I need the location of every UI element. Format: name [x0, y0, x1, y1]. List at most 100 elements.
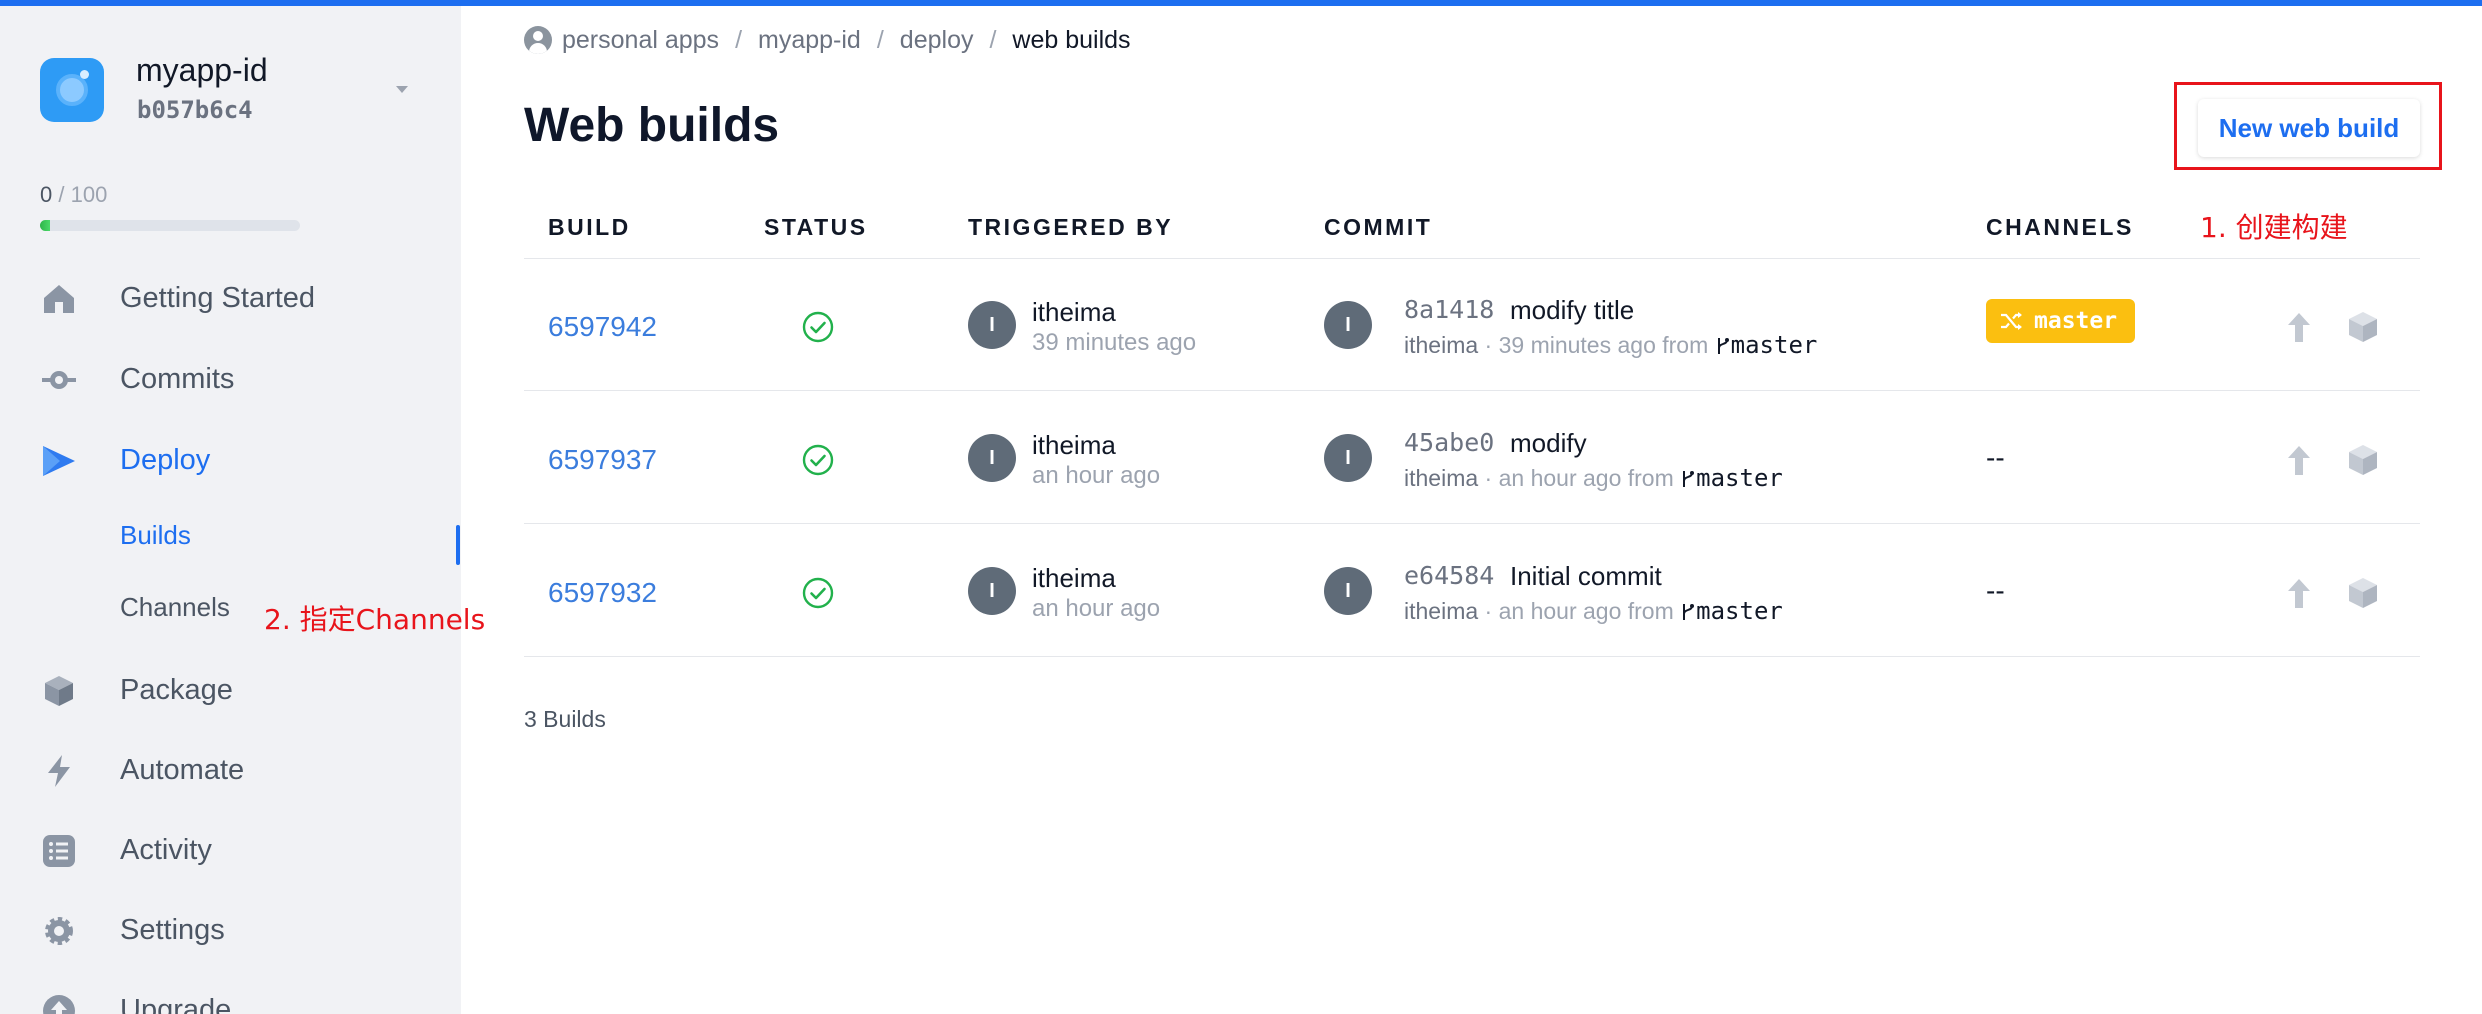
nav-package[interactable]: Package — [40, 666, 440, 716]
nav-label: Automate — [120, 754, 245, 786]
nav-commits[interactable]: Commits — [40, 355, 440, 405]
channel-empty: -- — [1986, 575, 2005, 606]
avatar: I — [968, 434, 1016, 482]
sidebar: myapp-id b057b6c4 0 / 100 Getting Starte… — [0, 6, 461, 1014]
nav-upgrade[interactable]: Upgrade — [40, 986, 440, 1014]
active-indicator — [456, 525, 460, 565]
usage-progress-fill — [40, 220, 51, 231]
box-icon[interactable] — [2346, 442, 2380, 478]
branch-name: master — [1696, 597, 1783, 625]
commit-message: modify — [1510, 428, 1587, 458]
branch-icon — [1683, 471, 1695, 487]
commit-author: itheima — [1404, 332, 1479, 358]
commit-message: modify title — [1510, 295, 1635, 325]
table-row[interactable]: 6597932 I itheima an hour ago I e64584 I… — [524, 525, 2420, 657]
app-hash: b057b6c4 — [137, 96, 253, 124]
usage-progress-bar — [40, 220, 300, 231]
shuffle-icon — [2001, 312, 2022, 330]
nav-label: Getting Started — [120, 282, 316, 314]
usage-separator: / — [52, 182, 71, 207]
breadcrumb: personal apps / myapp-id / deploy / web … — [524, 24, 1131, 56]
automate-icon — [48, 755, 70, 787]
usage-counter: 0 / 100 — [40, 182, 107, 208]
builds-count: 3 Builds — [524, 706, 606, 732]
channel-name: master — [2034, 308, 2118, 334]
table-row[interactable]: 6597937 I itheima an hour ago I 45abe0 m… — [524, 392, 2420, 524]
breadcrumb-link[interactable]: myapp-id — [758, 26, 861, 55]
table-row[interactable]: 6597942 I itheima 39 minutes ago I 8a141… — [524, 259, 2420, 391]
nav-sub-label: Channels — [120, 592, 230, 622]
column-header-commit: COMMIT — [1324, 214, 1433, 240]
branch-icon — [1717, 338, 1729, 354]
channel-empty: -- — [1986, 442, 2005, 473]
nav-sub-channels[interactable]: Channels — [120, 592, 230, 632]
nav-label: Upgrade — [120, 994, 232, 1014]
triggered-time: 39 minutes ago — [1032, 329, 1197, 356]
nav-settings[interactable]: Settings — [40, 906, 440, 956]
commit-avatar: I — [1324, 567, 1372, 615]
commit-author: itheima — [1404, 465, 1479, 491]
breadcrumb-link[interactable]: personal apps — [562, 26, 719, 55]
build-id-link[interactable]: 6597932 — [548, 577, 657, 609]
upgrade-icon — [43, 995, 75, 1014]
commit-meta: itheima · an hour ago from master — [1404, 597, 1783, 625]
deploy-icon — [43, 446, 75, 476]
column-header-channels: CHANNELS — [1986, 214, 2134, 240]
deploy-arrow-icon[interactable] — [2282, 575, 2316, 611]
home-icon — [44, 285, 74, 313]
usage-used: 0 — [40, 182, 53, 207]
nav-deploy[interactable]: Deploy — [40, 436, 440, 486]
nav-sub-label: Builds — [120, 520, 191, 550]
check-circle-icon — [802, 577, 834, 609]
app-switcher[interactable]: myapp-id b057b6c4 — [40, 52, 420, 124]
build-id-link[interactable]: 6597937 — [548, 444, 657, 476]
nav-label: Commits — [120, 363, 235, 395]
commit-hash[interactable]: 45abe0 — [1404, 428, 1494, 457]
deploy-arrow-icon[interactable] — [2282, 442, 2316, 478]
commit-author: itheima — [1404, 598, 1479, 624]
branch-icon — [1683, 604, 1695, 620]
commit-avatar: I — [1324, 301, 1372, 349]
commit-time: · an hour ago from — [1478, 598, 1681, 624]
column-header-status: STATUS — [764, 214, 868, 240]
branch-name: master — [1730, 331, 1818, 359]
chevron-down-icon[interactable] — [396, 86, 408, 93]
breadcrumb-current: web builds — [1012, 25, 1131, 54]
build-id-link[interactable]: 6597942 — [548, 311, 657, 343]
avatar: I — [968, 567, 1016, 615]
commit-icon — [42, 371, 76, 389]
nav-label: Activity — [120, 834, 212, 866]
commit-message: Initial commit — [1510, 561, 1662, 591]
nav-automate[interactable]: Automate — [40, 746, 440, 796]
nav-label: Deploy — [120, 444, 211, 476]
user-icon — [524, 26, 552, 54]
nav-getting-started[interactable]: Getting Started — [40, 274, 440, 324]
triggered-time: an hour ago — [1032, 462, 1161, 489]
check-circle-icon — [802, 444, 834, 476]
breadcrumb-link[interactable]: deploy — [900, 26, 974, 55]
nav-sub-builds[interactable]: Builds — [120, 520, 191, 560]
commit-time: · an hour ago from — [1478, 465, 1681, 491]
box-icon[interactable] — [2346, 575, 2380, 611]
channel-badge[interactable]: master — [1986, 299, 2136, 343]
breadcrumb-separator: / — [735, 25, 743, 54]
page-title: Web builds — [524, 99, 780, 152]
breadcrumb-separator: / — [876, 25, 884, 54]
triggered-time: an hour ago — [1032, 595, 1161, 622]
deploy-arrow-icon[interactable] — [2282, 309, 2316, 345]
commit-hash[interactable]: 8a1418 — [1404, 295, 1494, 324]
settings-icon — [45, 917, 73, 945]
nav-activity[interactable]: Activity — [40, 826, 440, 876]
box-icon[interactable] — [2346, 309, 2380, 345]
avatar: I — [968, 301, 1016, 349]
app-name: myapp-id — [136, 52, 268, 88]
commit-hash[interactable]: e64584 — [1404, 561, 1494, 590]
annotation-step2: 2. 指定Channels — [264, 603, 486, 636]
triggered-by-name: itheima — [1032, 563, 1116, 593]
package-icon — [45, 676, 73, 706]
app-logo — [40, 58, 104, 122]
commit-avatar: I — [1324, 434, 1372, 482]
nav-label: Settings — [120, 914, 225, 946]
new-web-build-button[interactable]: New web build — [2198, 99, 2420, 157]
column-header-build: BUILD — [548, 214, 631, 240]
